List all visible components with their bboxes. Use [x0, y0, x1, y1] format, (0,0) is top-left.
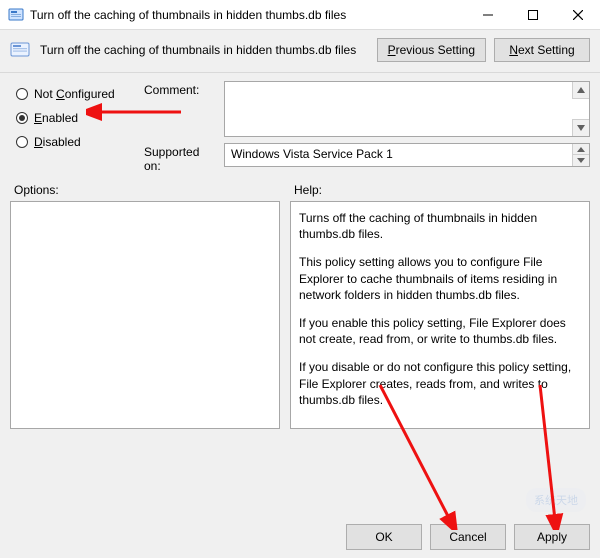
minimize-button[interactable]: [465, 0, 510, 29]
window-title: Turn off the caching of thumbnails in hi…: [30, 8, 465, 22]
options-heading: Options:: [10, 183, 280, 201]
ok-button[interactable]: OK: [346, 524, 422, 550]
fields-column: Comment: Supported on: Windows Vista Ser…: [144, 81, 590, 173]
help-heading: Help:: [290, 183, 590, 201]
comment-textarea[interactable]: [224, 81, 590, 137]
help-paragraph: If you enable this policy setting, File …: [299, 315, 581, 347]
scroll-down-icon[interactable]: [572, 119, 589, 136]
scroll-up-icon[interactable]: [572, 82, 589, 99]
help-panel[interactable]: Turns off the caching of thumbnails in h…: [290, 201, 590, 429]
watermark-badge: 系统天地: [526, 488, 586, 512]
radio-icon: [16, 136, 28, 148]
comment-row: Comment:: [144, 81, 590, 137]
configuration-block: Not Configured Enabled Disabled Comment:…: [0, 77, 600, 173]
radio-not-configured[interactable]: Not Configured: [16, 87, 144, 101]
radio-icon: [16, 88, 28, 100]
previous-setting-button[interactable]: Previous Setting: [377, 38, 486, 62]
title-bar: Turn off the caching of thumbnails in hi…: [0, 0, 600, 30]
comment-value: [225, 82, 589, 88]
window-buttons: [465, 0, 600, 29]
cancel-button[interactable]: Cancel: [430, 524, 506, 550]
supported-textarea[interactable]: Windows Vista Service Pack 1: [224, 143, 590, 167]
help-paragraph: If you disable or do not configure this …: [299, 359, 581, 408]
help-paragraph: Turns off the caching of thumbnails in h…: [299, 210, 581, 242]
dialog-buttons: OK Cancel Apply: [346, 524, 590, 550]
supported-row: Supported on: Windows Vista Service Pack…: [144, 143, 590, 173]
nav-buttons: Previous Setting Next Setting: [377, 38, 590, 62]
divider: [0, 72, 600, 73]
options-column: Options:: [10, 183, 280, 429]
radio-label: Not Configured: [34, 87, 115, 101]
help-column: Help: Turns off the caching of thumbnail…: [290, 183, 590, 429]
close-button[interactable]: [555, 0, 600, 29]
app-icon: [8, 7, 24, 23]
radio-icon: [16, 112, 28, 124]
policy-name-text: Turn off the caching of thumbnails in hi…: [40, 43, 367, 57]
options-panel[interactable]: [10, 201, 280, 429]
policy-icon: [10, 40, 30, 60]
options-help-section: Options: Help: Turns off the caching of …: [0, 173, 600, 429]
state-radio-group: Not Configured Enabled Disabled: [16, 81, 144, 173]
radio-enabled[interactable]: Enabled: [16, 111, 144, 125]
supported-value: Windows Vista Service Pack 1: [225, 144, 589, 164]
radio-label: Disabled: [34, 135, 81, 149]
radio-label: Enabled: [34, 111, 78, 125]
maximize-button[interactable]: [510, 0, 555, 29]
apply-button[interactable]: Apply: [514, 524, 590, 550]
next-setting-button[interactable]: Next Setting: [494, 38, 590, 62]
comment-label: Comment:: [144, 81, 218, 97]
policy-header: Turn off the caching of thumbnails in hi…: [0, 30, 600, 72]
supported-label: Supported on:: [144, 143, 218, 173]
scroll-down-icon[interactable]: [572, 154, 589, 166]
help-paragraph: This policy setting allows you to config…: [299, 254, 581, 303]
radio-disabled[interactable]: Disabled: [16, 135, 144, 149]
